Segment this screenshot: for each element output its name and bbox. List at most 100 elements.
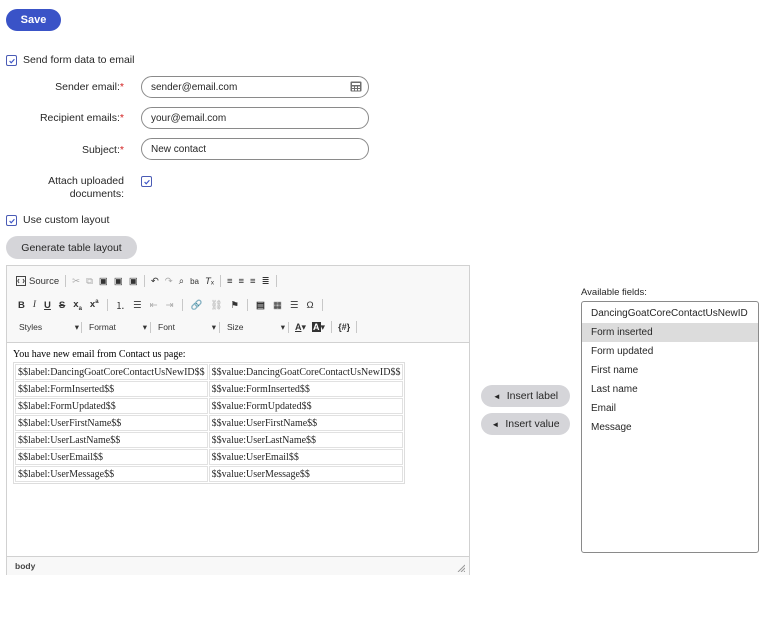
sender-email-field[interactable]: sender@email.com	[141, 76, 369, 98]
indent-icon[interactable]: ⇥	[166, 300, 174, 311]
redo-icon[interactable]: ↷	[165, 276, 173, 287]
bulleted-list-icon[interactable]: ☰	[133, 300, 142, 311]
background-color-icon[interactable]: A▾	[312, 321, 325, 333]
arrow-left-icon: ◄	[491, 419, 500, 429]
layout-table-row: $$label:UserEmail$$ $$value:UserEmail$$	[15, 449, 404, 465]
generate-table-layout-button[interactable]: Generate table layout	[6, 236, 137, 259]
horizontal-line-icon[interactable]: ☰	[290, 300, 299, 311]
toolbar-separator	[321, 299, 323, 311]
text-color-icon[interactable]: A▾	[295, 322, 306, 333]
layout-table-value-cell[interactable]: $$value:UserFirstName$$	[208, 415, 404, 431]
available-field-item[interactable]: Form inserted	[582, 323, 758, 342]
toolbar-separator	[219, 322, 220, 333]
layout-table-value-cell[interactable]: $$value:DancingGoatCoreContactUsNewID$$	[208, 364, 404, 380]
available-field-item[interactable]: First name	[582, 361, 758, 380]
link-icon[interactable]: 🔗	[191, 300, 203, 311]
layout-table-label-cell[interactable]: $$label:FormUpdated$$	[15, 398, 208, 414]
layout-table-label-cell[interactable]: $$label:UserMessage$$	[15, 466, 208, 482]
layout-table-value-cell[interactable]: $$value:UserEmail$$	[208, 449, 404, 465]
rich-text-editor: Source ✂ ⧉ ▣ ▣ ▣ ↶ ↷ ⌕ ba Tₓ ≡ ≡ ≡ ≣ B I…	[6, 265, 470, 575]
superscript-icon[interactable]: xa	[90, 299, 99, 310]
toolbar-separator	[150, 322, 151, 333]
insert-label-button[interactable]: ◄ Insert label	[481, 385, 570, 407]
check-icon	[143, 179, 150, 185]
image-icon[interactable]: ▤	[256, 300, 265, 311]
layout-table-value-cell[interactable]: $$value:FormInserted$$	[208, 381, 404, 397]
align-justify-icon[interactable]: ≣	[262, 276, 270, 287]
underline-icon[interactable]: U	[44, 300, 51, 311]
layout-table-label-cell[interactable]: $$label:FormInserted$$	[15, 381, 208, 397]
editor-status-bar	[7, 556, 469, 575]
available-field-item[interactable]: Email	[582, 399, 758, 418]
available-field-item[interactable]: DancingGoatCoreContactUsNewID	[582, 304, 758, 323]
font-dropdown[interactable]: Font ▾	[158, 320, 216, 334]
layout-table-label-cell[interactable]: $$label:DancingGoatCoreContactUsNewID$$	[15, 364, 208, 380]
dropdown-arrow-icon: ▾	[280, 321, 285, 332]
cut-icon[interactable]: ✂	[72, 276, 80, 287]
subscript-icon[interactable]: xa	[73, 299, 82, 312]
size-dropdown[interactable]: Size ▾	[227, 320, 285, 334]
available-field-item[interactable]: Form updated	[582, 342, 758, 361]
numbered-list-icon[interactable]: ⒈	[116, 298, 126, 312]
toolbar-separator	[331, 321, 333, 333]
custom-layout-checkbox[interactable]	[6, 215, 17, 226]
recipient-emails-label: Recipient emails:*	[39, 112, 124, 124]
toolbar-separator	[219, 275, 221, 287]
special-char-icon[interactable]: Ω	[306, 300, 313, 311]
format-dropdown[interactable]: Format ▾	[89, 320, 147, 334]
strike-icon[interactable]: S	[59, 300, 65, 311]
paste-icon[interactable]: ▣	[99, 276, 108, 287]
align-right-icon[interactable]: ≡	[250, 276, 256, 287]
align-center-icon[interactable]: ≡	[238, 276, 244, 287]
send-form-checkbox[interactable]	[6, 55, 17, 66]
dropdown-arrow-icon: ▾	[74, 321, 79, 332]
resize-handle-icon[interactable]	[457, 563, 466, 575]
paste-text-icon[interactable]: ▣	[114, 276, 123, 287]
dropdown-arrow-icon: ▾	[211, 321, 216, 332]
layout-table-value-cell[interactable]: $$value:UserLastName$$	[208, 432, 404, 448]
table-icon[interactable]: ▦	[273, 300, 282, 311]
find-icon[interactable]: ⌕	[179, 276, 184, 287]
layout-table[interactable]: $$label:DancingGoatCoreContactUsNewID$$ $…	[13, 362, 406, 484]
check-icon	[8, 218, 15, 224]
sender-email-value: sender@email.com	[151, 81, 238, 93]
replace-icon[interactable]: ba	[190, 277, 199, 286]
available-fields-list[interactable]: DancingGoatCoreContactUsNewID Form insert…	[581, 301, 759, 553]
layout-table-label-cell[interactable]: $$label:UserFirstName$$	[15, 415, 208, 431]
remove-format-icon[interactable]: Tₓ	[205, 276, 214, 287]
italic-icon[interactable]: I	[33, 300, 36, 310]
recipient-emails-value: your@email.com	[151, 112, 227, 124]
insert-macro-icon[interactable]: {#}	[338, 322, 350, 332]
available-field-item[interactable]: Last name	[582, 380, 758, 399]
paste-word-icon[interactable]: ▣	[129, 276, 138, 287]
layout-table-value-cell[interactable]: $$value:FormUpdated$$	[208, 398, 404, 414]
recipient-emails-field[interactable]: your@email.com	[141, 107, 369, 129]
save-button[interactable]: Save	[6, 9, 61, 31]
align-left-icon[interactable]: ≡	[227, 276, 233, 287]
toolbar-separator	[143, 275, 145, 287]
layout-table-label-cell[interactable]: $$label:UserEmail$$	[15, 449, 208, 465]
anchor-icon[interactable]: ⚑	[230, 300, 239, 311]
attach-documents-checkbox[interactable]	[141, 176, 152, 187]
source-button[interactable]: Source	[16, 276, 59, 287]
insert-value-button[interactable]: ◄ Insert value	[481, 413, 570, 435]
layout-table-label-cell[interactable]: $$label:UserLastName$$	[15, 432, 208, 448]
toolbar-separator	[181, 299, 183, 311]
copy-icon[interactable]: ⧉	[86, 276, 93, 287]
attach-documents-label: Attach uploaded documents:	[48, 175, 124, 200]
macro-selector-icon[interactable]	[350, 81, 362, 92]
editor-intro-text: You have new email from Contact us page:	[13, 349, 186, 360]
subject-value: New contact	[151, 143, 207, 155]
toolbar-separator	[65, 275, 67, 287]
layout-table-value-cell[interactable]: $$value:UserMessage$$	[208, 466, 404, 482]
styles-dropdown[interactable]: Styles ▾	[19, 320, 79, 334]
undo-icon[interactable]: ↶	[151, 276, 159, 287]
subject-field[interactable]: New contact	[141, 138, 369, 160]
element-path-body[interactable]: body	[15, 561, 35, 571]
bold-icon[interactable]: B	[18, 300, 25, 311]
toolbar-row-1: Source ✂ ⧉ ▣ ▣ ▣ ↶ ↷ ⌕ ba Tₓ ≡ ≡ ≡ ≣	[16, 275, 277, 287]
outdent-icon[interactable]: ⇤	[150, 300, 158, 311]
toolbar-separator	[356, 321, 358, 333]
unlink-icon[interactable]: ⛓	[210, 300, 222, 311]
available-field-item[interactable]: Message	[582, 418, 758, 437]
